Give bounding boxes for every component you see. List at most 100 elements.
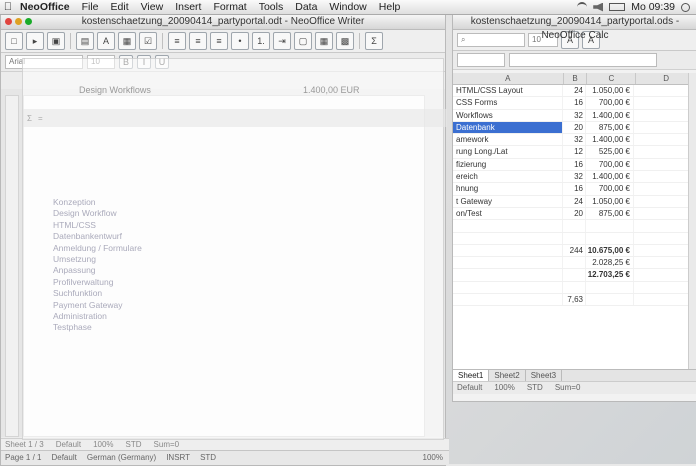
table-row[interactable] — [453, 232, 696, 245]
table-row[interactable]: fizierung 16 700,00 € — [453, 158, 696, 172]
sum-icon[interactable]: Σ — [365, 32, 383, 50]
battery-icon[interactable] — [609, 3, 626, 11]
numbering-icon[interactable]: 1. — [252, 32, 270, 50]
cell-c[interactable] — [586, 220, 634, 232]
menu-tools[interactable]: Tools — [259, 0, 284, 14]
col-header-b[interactable]: B — [564, 73, 588, 84]
menu-view[interactable]: View — [141, 0, 164, 14]
table-row[interactable]: 2.028,25 € — [453, 257, 696, 270]
cell-d[interactable] — [634, 134, 695, 146]
table-row[interactable]: amework 32 1.400,00 € — [453, 134, 696, 147]
cell-a[interactable] — [453, 220, 563, 232]
cell-b[interactable]: 24 — [563, 195, 586, 207]
cell-a[interactable]: ereich — [453, 171, 563, 183]
clock[interactable]: Mo 09:39 — [631, 0, 675, 14]
cell-d[interactable] — [634, 207, 695, 220]
align-left-icon[interactable]: ≡ — [168, 32, 186, 50]
cell-d[interactable] — [634, 244, 695, 257]
menu-format[interactable]: Format — [213, 0, 246, 14]
spotlight-icon[interactable] — [681, 2, 690, 12]
align-center-icon[interactable]: ≡ — [189, 32, 207, 50]
calc-name-box[interactable] — [457, 53, 505, 67]
cell-d[interactable] — [634, 146, 695, 158]
status-zoom[interactable]: 100% — [423, 451, 449, 465]
table-row[interactable]: rung Long./Lat 12 525,00 € — [453, 146, 696, 159]
cell-b[interactable]: 32 — [563, 109, 586, 121]
table-row[interactable]: Datenbank 20 875,00 € — [453, 121, 696, 135]
cell-c[interactable]: 1.050,00 € — [586, 85, 634, 97]
table-row[interactable] — [453, 220, 696, 233]
minimize-icon[interactable] — [15, 18, 22, 25]
table-row[interactable]: 244 10.675,00 € — [453, 244, 696, 258]
cell-b[interactable] — [563, 232, 586, 244]
highlight-icon[interactable]: ▦ — [315, 32, 333, 50]
print-icon[interactable]: ▤ — [76, 32, 94, 50]
cell-b[interactable]: 16 — [563, 183, 586, 195]
calc-titlebar[interactable]: kostenschaetzung_20090414_partyportal.od… — [453, 15, 696, 41]
cell-a[interactable]: amework — [453, 134, 563, 146]
cell-c[interactable]: 1.400,00 € — [586, 109, 634, 121]
image-icon[interactable]: ▩ — [336, 32, 354, 50]
cell-b[interactable]: 244 — [563, 244, 586, 257]
volume-icon[interactable] — [593, 2, 604, 12]
cell-a[interactable]: CSS Forms — [453, 97, 563, 109]
font-color-icon[interactable]: A — [97, 32, 115, 50]
cell-b[interactable]: 32 — [563, 171, 586, 183]
cell-c[interactable]: 1.400,00 € — [586, 134, 634, 146]
cell-d[interactable] — [634, 269, 695, 281]
menu-insert[interactable]: Insert — [175, 0, 201, 14]
table-row[interactable]: CSS Forms 16 700,00 € — [453, 97, 696, 110]
border-icon[interactable]: ▢ — [294, 32, 312, 50]
cell-c[interactable]: 700,00 € — [586, 158, 634, 171]
bullets-icon[interactable]: • — [231, 32, 249, 50]
app-menu[interactable]: NeoOffice — [20, 0, 70, 14]
table-icon[interactable]: ▦ — [118, 32, 136, 50]
table-row[interactable]: Workflows 32 1.400,00 € — [453, 109, 696, 122]
cell-d[interactable] — [634, 195, 695, 207]
calc-vertical-scrollbar[interactable] — [688, 73, 696, 369]
cell-a[interactable]: on/Test — [453, 207, 563, 220]
indent-icon[interactable]: ⇥ — [273, 32, 291, 50]
cell-c[interactable]: 1.050,00 € — [586, 195, 634, 207]
cell-a[interactable]: Workflows — [453, 109, 563, 121]
cell-a[interactable] — [453, 294, 563, 306]
cell-c[interactable] — [586, 281, 634, 294]
cell-a[interactable] — [453, 269, 563, 281]
cell-b[interactable] — [563, 269, 586, 281]
cell-b[interactable]: 7,63 — [563, 294, 586, 306]
cell-b[interactable]: 24 — [563, 85, 586, 97]
cell-d[interactable] — [634, 171, 695, 183]
col-header-a[interactable]: A — [453, 73, 564, 84]
cell-c[interactable]: 10.675,00 € — [586, 244, 634, 257]
calc-formula-input[interactable] — [509, 53, 657, 67]
cell-c[interactable]: 12.703,25 € — [586, 269, 634, 281]
calc-grid[interactable]: A B C D HTML/CSS Layout 24 1.050,00 € CSS F… — [453, 73, 696, 369]
cell-a[interactable] — [453, 257, 563, 269]
wifi-icon[interactable] — [577, 1, 588, 13]
zoom-icon[interactable] — [25, 18, 32, 25]
cell-b[interactable] — [563, 281, 586, 294]
cell-c[interactable] — [586, 294, 634, 306]
calc-search-field[interactable]: ⌕ — [457, 33, 525, 47]
table-row[interactable]: HTML/CSS Layout 24 1.050,00 € — [453, 85, 696, 98]
cell-c[interactable]: 525,00 € — [586, 146, 634, 158]
table-row[interactable]: 7,63 — [453, 294, 696, 307]
cell-a[interactable] — [453, 232, 563, 244]
table-row[interactable]: 12.703,25 € — [453, 269, 696, 282]
checkbox-icon[interactable]: ☑ — [139, 32, 157, 50]
table-row[interactable] — [453, 281, 696, 295]
cell-a[interactable]: t Gateway — [453, 195, 563, 207]
cell-b[interactable]: 16 — [563, 97, 586, 109]
menu-data[interactable]: Data — [295, 0, 317, 14]
cell-a[interactable] — [453, 281, 563, 294]
table-row[interactable]: ereich 32 1.400,00 € — [453, 171, 696, 184]
status-insert-mode[interactable]: INSRT — [166, 451, 190, 465]
cell-c[interactable]: 2.028,25 € — [586, 257, 634, 269]
status-selection-mode[interactable]: STD — [200, 451, 216, 465]
table-row[interactable]: on/Test 20 875,00 € — [453, 207, 696, 221]
cell-d[interactable] — [634, 158, 695, 171]
cell-b[interactable]: 32 — [563, 134, 586, 146]
cell-d[interactable] — [634, 294, 695, 306]
cell-d[interactable] — [634, 232, 695, 244]
cell-b[interactable]: 12 — [563, 146, 586, 158]
